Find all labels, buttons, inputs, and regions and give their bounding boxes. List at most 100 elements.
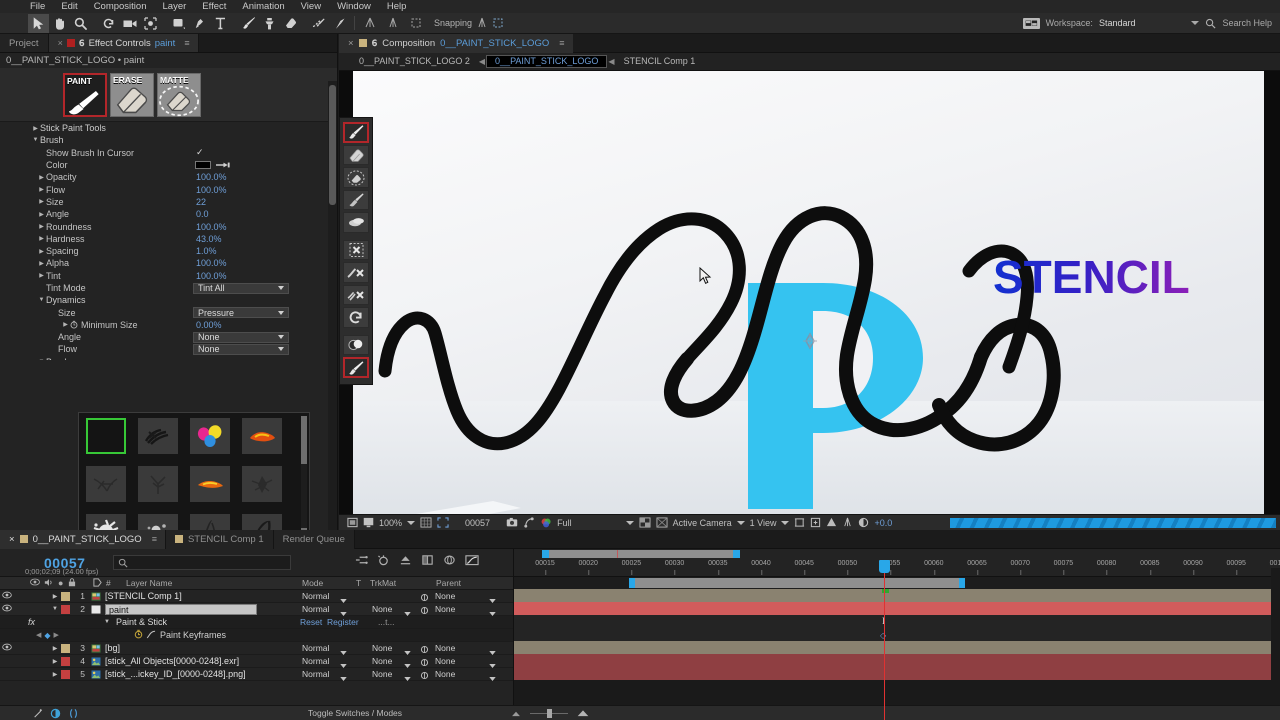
work-area-start-handle[interactable]	[542, 550, 549, 558]
keyframe-property-name[interactable]: Paint Keyframes	[160, 630, 226, 640]
hand-tool[interactable]	[49, 14, 70, 33]
property-row-angle[interactable]: Angle None	[0, 331, 337, 343]
brush-thumbnail-crack[interactable]	[86, 466, 126, 502]
property-row-tint-mode[interactable]: Tint Mode Tint All	[0, 282, 337, 294]
timeline-tab-1[interactable]: STENCIL Comp 1	[165, 529, 274, 549]
twirl-down-icon[interactable]: ▼	[37, 359, 46, 360]
twirl-right-icon[interactable]: ▶	[37, 198, 46, 205]
previous-keyframe-icon[interactable]: ◀	[36, 631, 41, 639]
color-swatch[interactable]	[195, 161, 211, 170]
clone-stamp-tool[interactable]	[259, 14, 280, 33]
property-row-tint[interactable]: ▶ Tint 100.0%	[0, 270, 337, 282]
next-keyframe-icon[interactable]: ▶	[54, 631, 59, 639]
timeline-tab-0[interactable]: × 0__PAINT_STICK_LOGO ≡	[0, 529, 166, 549]
smudge-tool[interactable]	[343, 189, 369, 211]
work-area-bar[interactable]	[542, 550, 740, 558]
composition-mini-flowchart-icon[interactable]	[355, 554, 368, 566]
menu-item-effect[interactable]: Effect	[202, 0, 226, 13]
property-value[interactable]: 100.0%	[196, 172, 227, 182]
menu-item-view[interactable]: View	[301, 0, 321, 13]
layer-track-matte[interactable]: None	[372, 604, 392, 614]
layer-parent[interactable]: None	[435, 656, 455, 666]
effect-register-button[interactable]: Register	[327, 617, 359, 627]
enable-frame-blending-icon[interactable]	[421, 554, 434, 566]
view-chevron-down-icon[interactable]	[736, 520, 745, 525]
property-row-stick-paint-tools[interactable]: ▶ Stick Paint Tools	[0, 122, 337, 134]
tab-composition[interactable]: × 𝟨 Composition 0__PAINT_STICK_LOGO ≡	[339, 33, 573, 53]
monitor-icon[interactable]	[363, 517, 374, 528]
snapshot-camera-icon[interactable]	[506, 517, 518, 528]
layer-solo-toggle[interactable]	[25, 668, 37, 681]
pan-behind-tool[interactable]	[140, 14, 161, 33]
property-row-spacing[interactable]: ▶ Spacing 1.0%	[0, 245, 337, 257]
resolution-chevron-down-icon[interactable]	[625, 520, 634, 525]
property-dropdown[interactable]: Tint All	[193, 282, 289, 294]
layer-visibility-toggle[interactable]	[0, 604, 13, 614]
roto-brush-tool[interactable]	[308, 14, 329, 33]
mode-button-paint[interactable]: PAINT	[63, 72, 107, 117]
eyedropper-icon[interactable]	[216, 161, 230, 171]
property-row-flow[interactable]: Flow None	[0, 343, 337, 355]
layer-parent[interactable]: None	[435, 643, 455, 653]
menu-item-file[interactable]: File	[30, 0, 45, 13]
workspace-chevron-down-icon[interactable]	[1191, 21, 1200, 25]
twirl-right-icon[interactable]: ▶	[37, 223, 46, 230]
chevron-down-icon[interactable]	[404, 673, 411, 683]
trkmat-column-header[interactable]: TrkMat	[370, 578, 396, 588]
comp-subtab-2[interactable]: STENCIL Comp 1	[616, 55, 704, 68]
draft-3d-icon[interactable]	[377, 554, 390, 566]
checkbox-checked-icon[interactable]: ✓	[196, 147, 204, 158]
zoom-slider-thumb[interactable]	[547, 708, 552, 718]
layer-duration-bar[interactable]	[514, 641, 1280, 654]
chevron-down-icon[interactable]	[278, 286, 284, 290]
resolution[interactable]: Full	[557, 518, 572, 528]
comp-subtab-0[interactable]: 0__PAINT_STICK_LOGO 2	[351, 55, 478, 68]
reset-exposure-icon[interactable]	[842, 517, 853, 528]
show-snapshot-icon[interactable]	[523, 517, 535, 528]
layer-solo-toggle[interactable]	[25, 655, 37, 668]
brush-thumbnail-flame[interactable]	[190, 466, 230, 502]
tab-project[interactable]: Project	[0, 34, 49, 52]
layer-visibility-toggle[interactable]	[0, 591, 13, 601]
twirl-right-icon[interactable]: ▶	[37, 174, 46, 181]
twirl-right-icon[interactable]: ▶	[37, 235, 46, 242]
menu-item-animation[interactable]: Animation	[242, 0, 284, 13]
align-left-icon[interactable]	[359, 14, 380, 33]
property-value[interactable]: 100.0%	[196, 258, 227, 268]
layer-track-matte[interactable]: None	[372, 669, 392, 679]
layer-lock-toggle[interactable]	[37, 642, 49, 655]
exposure-value[interactable]: +0.0	[874, 518, 892, 528]
twirl-right-icon[interactable]: ▶	[37, 186, 46, 193]
layer-solo-toggle[interactable]	[25, 590, 37, 603]
twirl-down-icon[interactable]: ▼	[31, 137, 40, 143]
brush-thumbnail-empty[interactable]	[86, 418, 126, 454]
exposure-icon[interactable]	[858, 517, 869, 528]
eraser-tool[interactable]	[343, 144, 369, 166]
timeline-link-icon[interactable]	[810, 517, 821, 528]
parent-pickwhip-icon[interactable]	[420, 593, 429, 604]
effect-name[interactable]: Paint & Stick	[116, 617, 167, 627]
property-value[interactable]: 0.00%	[196, 320, 222, 330]
property-row-opacity[interactable]: ▶ Opacity 100.0%	[0, 171, 337, 183]
contrast-tool[interactable]	[343, 334, 369, 356]
layer-parent[interactable]: None	[435, 591, 455, 601]
menu-item-edit[interactable]: Edit	[61, 0, 77, 13]
zoom-out-icon[interactable]	[510, 710, 522, 717]
close-icon[interactable]: ×	[58, 38, 63, 48]
layer-parent[interactable]: None	[435, 604, 455, 614]
property-row-show-brush-in-cursor[interactable]: Show Brush In Cursor ✓	[0, 147, 337, 159]
chevron-down-icon[interactable]	[340, 673, 347, 683]
property-dropdown[interactable]: Pressure	[193, 307, 289, 319]
close-icon[interactable]: ×	[348, 38, 354, 49]
rotation-tool[interactable]	[98, 14, 119, 33]
clone-tool[interactable]	[343, 212, 369, 234]
property-row-hardness[interactable]: ▶ Hardness 43.0%	[0, 233, 337, 245]
layer-duration-bar[interactable]	[514, 602, 1280, 615]
expression-icon[interactable]	[68, 708, 79, 719]
graph-editor-icon[interactable]	[465, 554, 479, 566]
effect-reset-button[interactable]: Reset	[300, 617, 322, 627]
menu-item-window[interactable]: Window	[337, 0, 371, 13]
layer-lock-toggle[interactable]	[37, 655, 49, 668]
layer-visibility-toggle[interactable]	[0, 643, 13, 653]
layer-audio-toggle[interactable]	[13, 668, 25, 681]
